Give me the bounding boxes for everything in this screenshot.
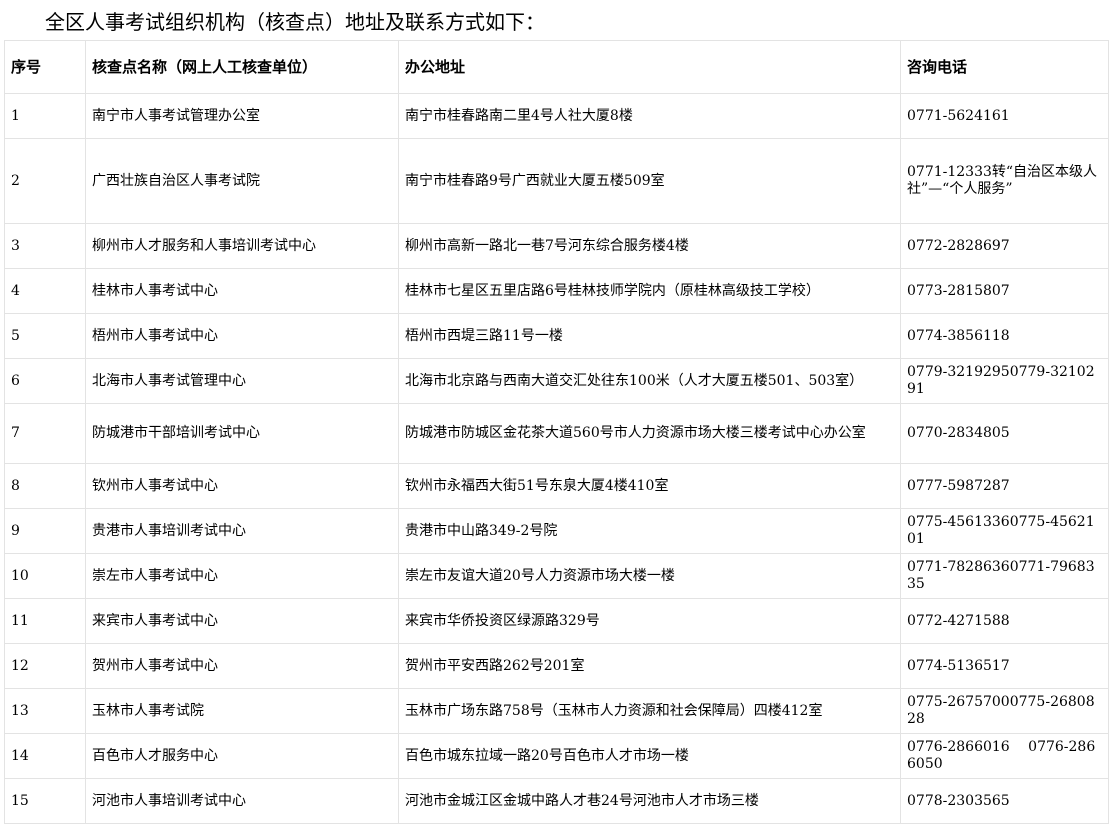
cell-name: 百色市人才服务中心 (85, 733, 399, 779)
cell-phone: 0770-2834805 (900, 403, 1109, 464)
cell-phone: 0775-26757000775-2680828 (900, 688, 1109, 734)
cell-name: 河池市人事培训考试中心 (85, 778, 399, 824)
cell-phone: 0777-5987287 (900, 463, 1109, 509)
table-row: 11 来宾市人事考试中心 来宾市华侨投资区绿源路329号 0772-4271588 (4, 598, 1109, 644)
cell-name: 崇左市人事考试中心 (85, 553, 399, 599)
cell-no: 5 (4, 313, 86, 359)
cell-phone: 0779-32192950779-3210291 (900, 358, 1109, 404)
table-row: 2 广西壮族自治区人事考试院 南宁市桂春路9号广西就业大厦五楼509室 0771-12… (4, 138, 1109, 224)
cell-address: 梧州市西堤三路11号一楼 (398, 313, 901, 359)
table-row: 14 百色市人才服务中心 百色市城东拉域一路20号百色市人才市场一楼 0776-286… (4, 733, 1109, 779)
cell-phone: 0773-2815807 (900, 268, 1109, 314)
header-no: 序号 (4, 40, 86, 94)
cell-no: 11 (4, 598, 86, 644)
cell-name: 梧州市人事考试中心 (85, 313, 399, 359)
cell-no: 14 (4, 733, 86, 779)
cell-address: 玉林市广场东路758号（玉林市人力资源和社会保障局）四楼412室 (398, 688, 901, 734)
cell-no: 6 (4, 358, 86, 404)
cell-name: 钦州市人事考试中心 (85, 463, 399, 509)
table-row: 12 贺州市人事考试中心 贺州市平安西路262号201室 0774-5136517 (4, 643, 1109, 689)
cell-address: 南宁市桂春路南二里4号人社大厦8楼 (398, 93, 901, 139)
header-phone: 咨询电话 (900, 40, 1109, 94)
cell-address: 百色市城东拉域一路20号百色市人才市场一楼 (398, 733, 901, 779)
cell-address: 贺州市平安西路262号201室 (398, 643, 901, 689)
cell-phone: 0771-5624161 (900, 93, 1109, 139)
cell-phone: 0771-12333转“自治区本级人社”—“个人服务” (900, 138, 1109, 224)
cell-name: 桂林市人事考试中心 (85, 268, 399, 314)
table-row: 13 玉林市人事考试院 玉林市广场东路758号（玉林市人力资源和社会保障局）四楼41… (4, 688, 1109, 734)
cell-name: 贺州市人事考试中心 (85, 643, 399, 689)
cell-address: 桂林市七星区五里店路6号桂林技师学院内（原桂林高级技工学校） (398, 268, 901, 314)
cell-no: 10 (4, 553, 86, 599)
cell-phone: 0775-45613360775-4562101 (900, 508, 1109, 554)
cell-name: 南宁市人事考试管理办公室 (85, 93, 399, 139)
cell-no: 13 (4, 688, 86, 734)
cell-no: 3 (4, 223, 86, 269)
cell-phone: 0774-3856118 (900, 313, 1109, 359)
cell-name: 柳州市人才服务和人事培训考试中心 (85, 223, 399, 269)
cell-name: 防城港市干部培训考试中心 (85, 403, 399, 464)
cell-phone: 0772-4271588 (900, 598, 1109, 644)
table-row: 10 崇左市人事考试中心 崇左市友谊大道20号人力资源市场大楼一楼 0771-7828… (4, 553, 1109, 599)
cell-address: 南宁市桂春路9号广西就业大厦五楼509室 (398, 138, 901, 224)
contacts-table: 序号 核查点名称（网上人工核查单位） 办公地址 咨询电话 1 南宁市人事考试管理办… (4, 40, 1109, 824)
cell-address: 防城港市防城区金花茶大道560号市人力资源市场大楼三楼考试中心办公室 (398, 403, 901, 464)
cell-name: 贵港市人事培训考试中心 (85, 508, 399, 554)
table-row: 8 钦州市人事考试中心 钦州市永福西大街51号东泉大厦4楼410室 0777-5987… (4, 463, 1109, 509)
cell-phone: 0778-2303565 (900, 778, 1109, 824)
cell-no: 2 (4, 138, 86, 224)
table-row: 15 河池市人事培训考试中心 河池市金城江区金城中路人才巷24号河池市人才市场三楼 0… (4, 778, 1109, 824)
cell-no: 15 (4, 778, 86, 824)
table-body: 1 南宁市人事考试管理办公室 南宁市桂春路南二里4号人社大厦8楼 0771-56241… (4, 93, 1109, 824)
page-heading: 全区人事考试组织机构（核查点）地址及联系方式如下： (45, 10, 545, 34)
cell-address: 河池市金城江区金城中路人才巷24号河池市人才市场三楼 (398, 778, 901, 824)
table-row: 9 贵港市人事培训考试中心 贵港市中山路349-2号院 0775-4561336077… (4, 508, 1109, 554)
cell-address: 崇左市友谊大道20号人力资源市场大楼一楼 (398, 553, 901, 599)
cell-no: 12 (4, 643, 86, 689)
table-header-row: 序号 核查点名称（网上人工核查单位） 办公地址 咨询电话 (4, 40, 1109, 94)
cell-phone: 0776-2866016 0776-2866050 (900, 733, 1109, 779)
cell-no: 1 (4, 93, 86, 139)
cell-address: 钦州市永福西大街51号东泉大厦4楼410室 (398, 463, 901, 509)
table-row: 3 柳州市人才服务和人事培训考试中心 柳州市高新一路北一巷7号河东综合服务楼4楼 07… (4, 223, 1109, 269)
header-name: 核查点名称（网上人工核查单位） (85, 40, 399, 94)
table-row: 6 北海市人事考试管理中心 北海市北京路与西南大道交汇处往东100米（人才大厦五楼5… (4, 358, 1109, 404)
table-row: 5 梧州市人事考试中心 梧州市西堤三路11号一楼 0774-3856118 (4, 313, 1109, 359)
cell-address: 来宾市华侨投资区绿源路329号 (398, 598, 901, 644)
cell-no: 4 (4, 268, 86, 314)
cell-address: 柳州市高新一路北一巷7号河东综合服务楼4楼 (398, 223, 901, 269)
cell-no: 8 (4, 463, 86, 509)
table-row: 4 桂林市人事考试中心 桂林市七星区五里店路6号桂林技师学院内（原桂林高级技工学校）… (4, 268, 1109, 314)
table-row: 1 南宁市人事考试管理办公室 南宁市桂春路南二里4号人社大厦8楼 0771-56241… (4, 93, 1109, 139)
cell-name: 玉林市人事考试院 (85, 688, 399, 734)
cell-phone: 0772-2828697 (900, 223, 1109, 269)
cell-phone: 0774-5136517 (900, 643, 1109, 689)
cell-name: 广西壮族自治区人事考试院 (85, 138, 399, 224)
cell-no: 7 (4, 403, 86, 464)
header-address: 办公地址 (398, 40, 901, 94)
cell-name: 来宾市人事考试中心 (85, 598, 399, 644)
cell-phone: 0771-78286360771-7968335 (900, 553, 1109, 599)
cell-address: 北海市北京路与西南大道交汇处往东100米（人才大厦五楼501、503室） (398, 358, 901, 404)
cell-no: 9 (4, 508, 86, 554)
cell-address: 贵港市中山路349-2号院 (398, 508, 901, 554)
table-row: 7 防城港市干部培训考试中心 防城港市防城区金花茶大道560号市人力资源市场大楼三楼… (4, 403, 1109, 464)
cell-name: 北海市人事考试管理中心 (85, 358, 399, 404)
